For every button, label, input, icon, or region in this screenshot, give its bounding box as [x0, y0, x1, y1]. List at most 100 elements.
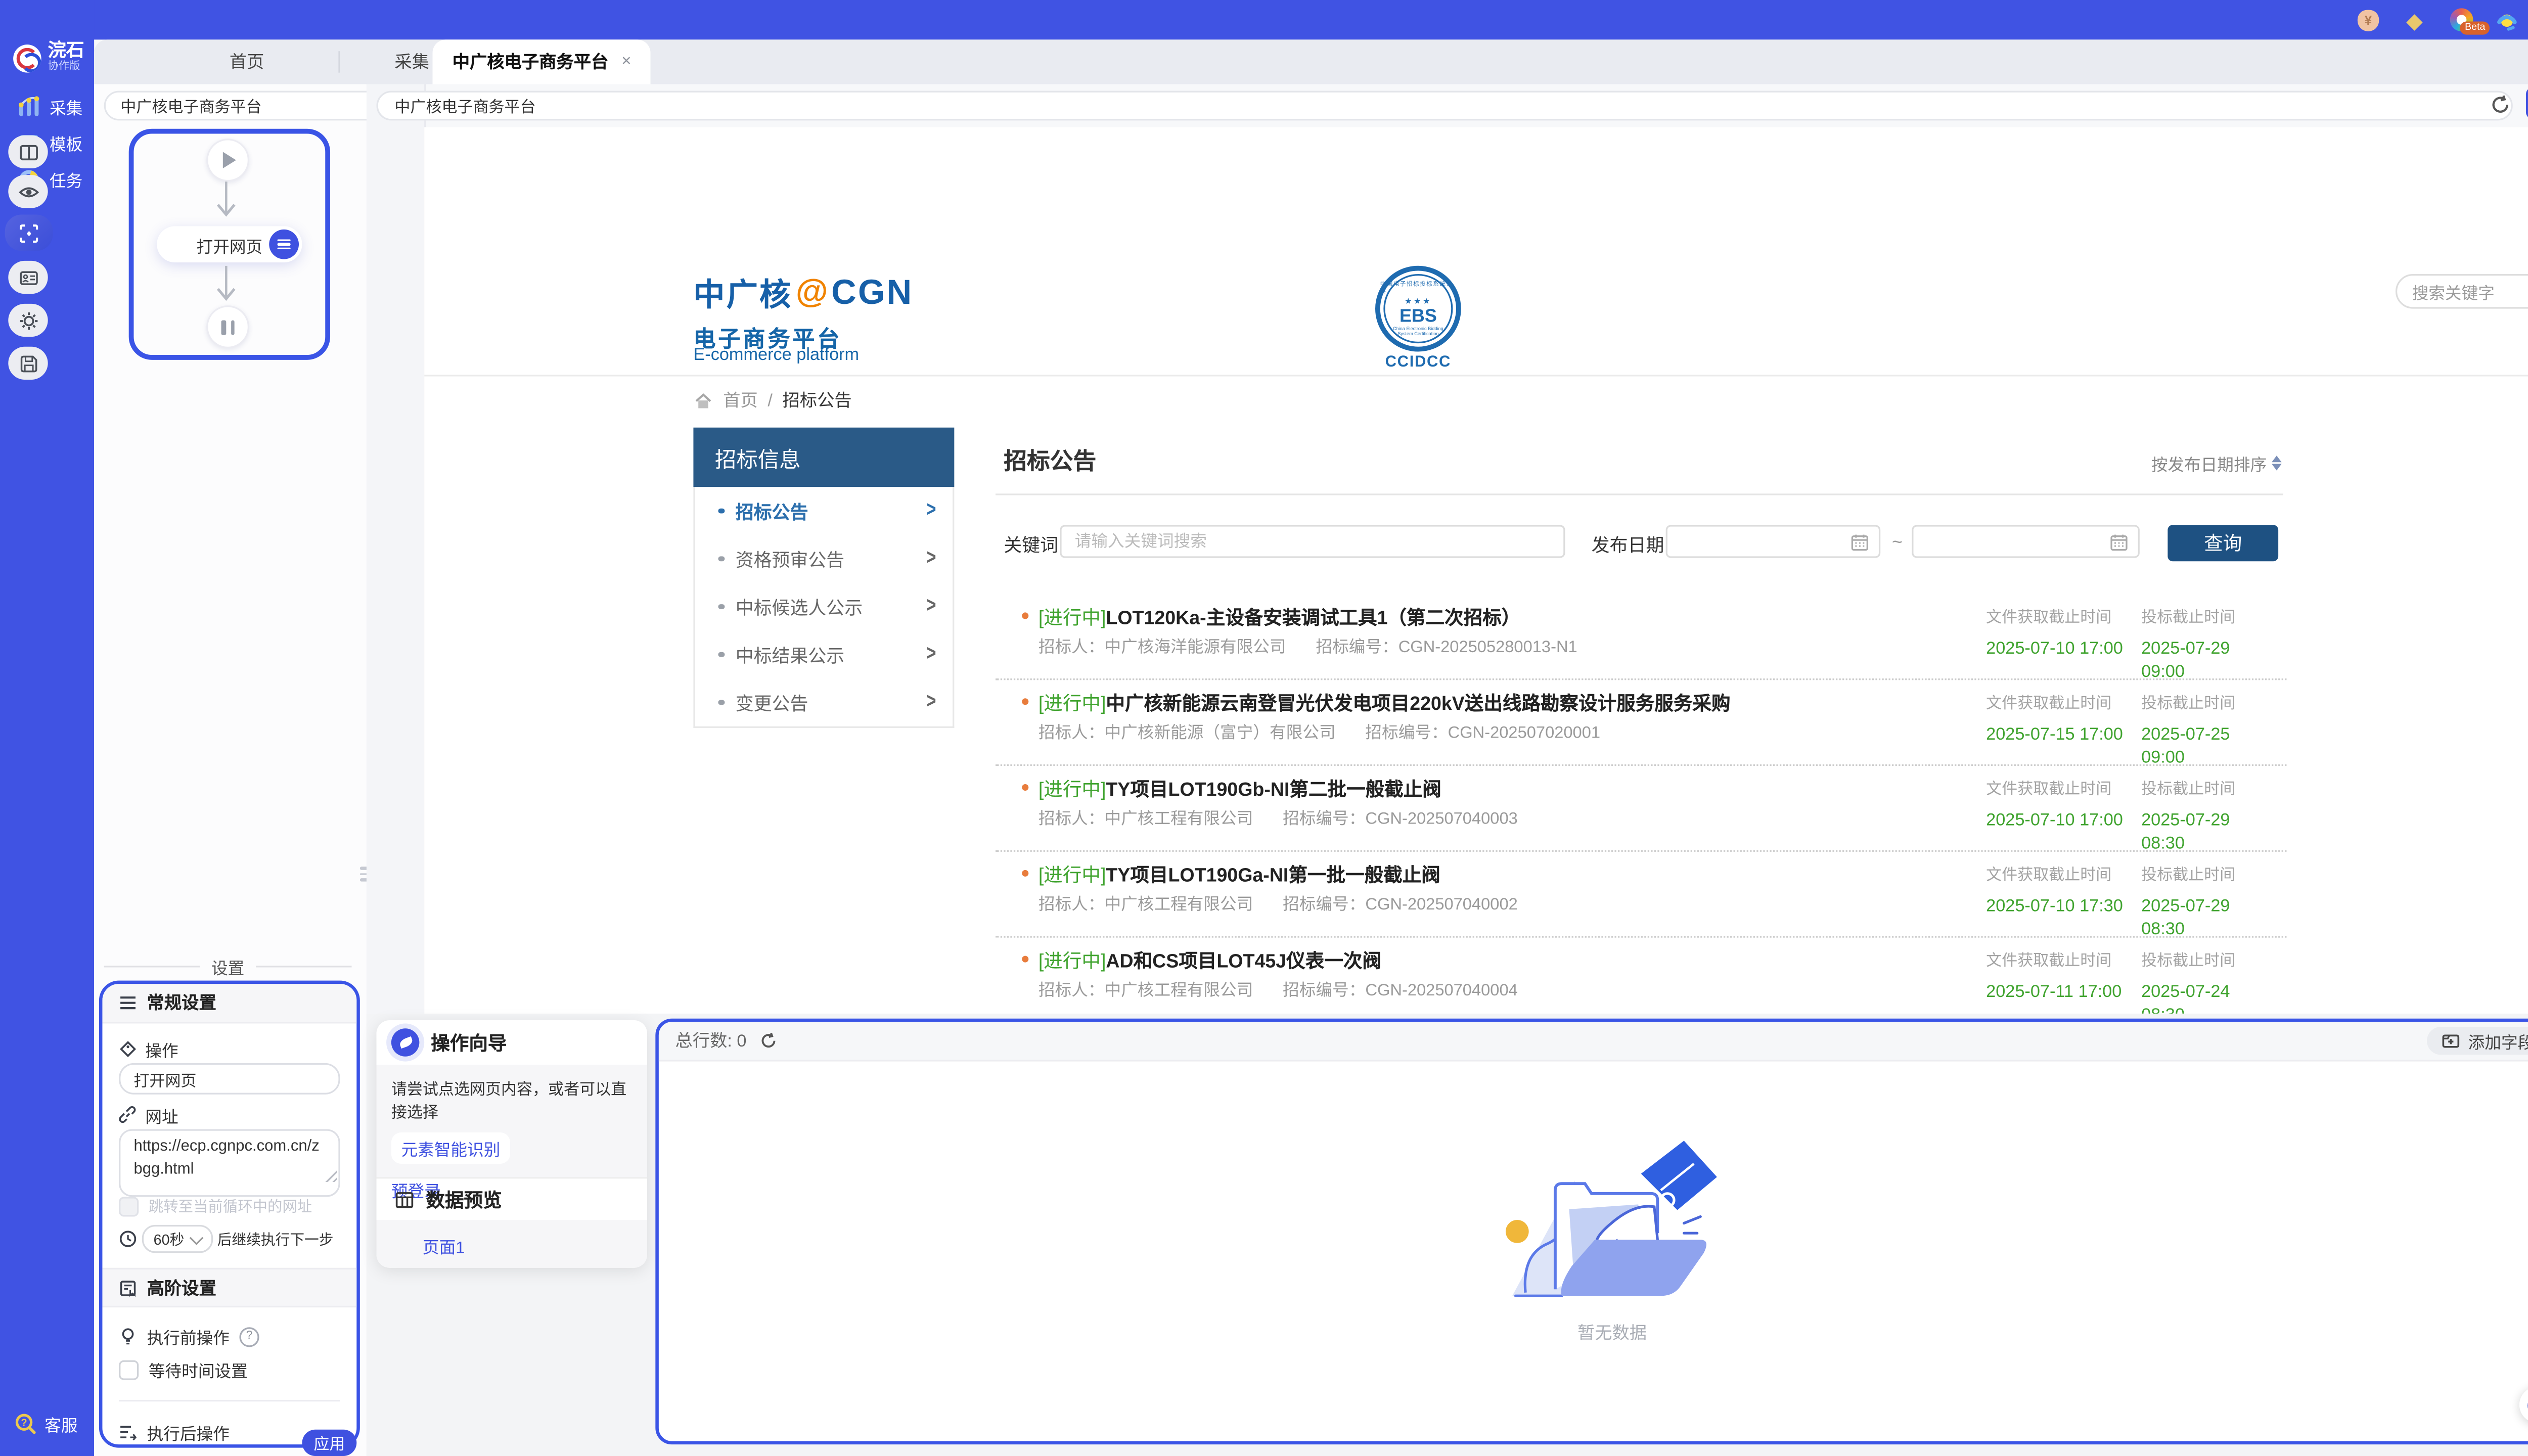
home-icon[interactable]	[693, 390, 713, 410]
calendar-icon	[2110, 532, 2128, 551]
menu-item[interactable]: 变更公告 >	[695, 678, 953, 726]
bullet-icon	[1022, 870, 1028, 877]
date-from-input[interactable]	[1666, 525, 1880, 558]
flow-start-button[interactable]	[206, 139, 249, 181]
keyword-input[interactable]	[1060, 525, 1565, 558]
bid-title-link[interactable]: 中广核新能源云南登冒光伏发电项目220kV送出线路勘察设计服务服务采购	[1106, 695, 1730, 715]
total-rows-label: 总行数: 0	[675, 1028, 747, 1053]
data-preview-panel: 总行数: 0 添加字段 暂无数据	[655, 1019, 2528, 1444]
floppy-save-icon	[17, 352, 38, 374]
bid-title-link[interactable]: TY项目LOT190Gb-NI第二批一般截止阀	[1106, 781, 1441, 800]
bid-list-item[interactable]: [进行中]LOT120Ka-主设备安装调试工具1（第二次招标） 招标人：中广核海…	[996, 595, 2286, 680]
bidder-label: 招标人：中广核工程有限公司	[1039, 896, 1253, 915]
bullet-icon	[1022, 784, 1028, 791]
id-card-button[interactable]	[8, 261, 48, 294]
deadline-value: 2025-07-11 17:00	[1986, 982, 2125, 1005]
customer-service-button[interactable]: ? 客服	[13, 1412, 77, 1436]
bidder-label: 招标人：中广核工程有限公司	[1039, 810, 1253, 829]
status-badge: [进行中]	[1039, 781, 1106, 800]
element-select-button[interactable]	[5, 214, 53, 251]
flow-end-button[interactable]	[206, 305, 249, 348]
link-icon	[119, 1106, 137, 1124]
sort-control[interactable]: 按发布日期排序	[2151, 450, 2282, 475]
columns-icon	[17, 141, 38, 162]
jump-url-checkbox[interactable]	[119, 1196, 139, 1216]
sidebar-item-collect[interactable]: 采集	[17, 94, 83, 119]
deadline-col-header: 文件获取截止时间	[1986, 604, 2125, 627]
lightbulb-icon	[119, 1327, 137, 1345]
query-button[interactable]: 查询	[2168, 525, 2278, 561]
url-textarea[interactable]: https://ecp.cgnpc.com.cn/zbgg.html	[119, 1129, 340, 1197]
deadline-col-header: 投标截止时间	[2141, 776, 2243, 799]
refresh-icon[interactable]	[760, 1032, 778, 1050]
sort-arrows-icon[interactable]	[2272, 456, 2282, 470]
empty-state-label: 暂无数据	[1577, 1321, 1647, 1345]
flow-node-open-page[interactable]: 打开网页	[157, 226, 302, 262]
eye-icon	[17, 181, 38, 202]
deadline-value: 2025-07-29 08:30	[2141, 896, 2243, 941]
menu-list: 招标公告 > 资格预审公告 > 中标候选人公示 >	[693, 487, 954, 728]
chevron-right-icon: >	[926, 547, 936, 571]
date-label: 发布日期	[1592, 531, 1664, 558]
help-tooltip-icon[interactable]: ?	[239, 1327, 259, 1346]
close-tab-icon[interactable]: ×	[621, 53, 631, 71]
settings-gear-button[interactable]	[8, 304, 48, 337]
menu-item[interactable]: 招标公告 >	[695, 487, 953, 535]
add-field-button[interactable]: 添加字段	[2427, 1027, 2528, 1055]
bidder-label: 招标人：中广核海洋能源有限公司	[1039, 639, 1286, 657]
gear-icon	[17, 309, 38, 331]
status-badge: [进行中]	[1039, 609, 1106, 629]
save-button[interactable]	[8, 347, 48, 380]
bid-title-link[interactable]: TY项目LOT190Ga-NI第一批一般截止阀	[1106, 867, 1440, 886]
calendar-icon	[1850, 532, 1869, 551]
preview-eye-button[interactable]	[8, 175, 48, 208]
deadline-value: 2025-07-15 17:00	[1986, 724, 2125, 747]
chevron-right-icon: >	[926, 643, 936, 666]
status-badge: [进行中]	[1039, 867, 1106, 886]
settings-divider: 设置	[104, 954, 352, 979]
node-menu-icon[interactable]	[269, 230, 299, 259]
split-view-button[interactable]	[8, 135, 48, 168]
bid-list-item[interactable]: [进行中]AD和CS项目LOT45J仪表一次阀 招标人：中广核工程有限公司招标编…	[996, 938, 2286, 1024]
task-name-input[interactable]: 中广核电子商务平台	[104, 91, 382, 121]
operation-input[interactable]: 打开网页	[119, 1063, 340, 1095]
app-window: ¥ ◆ Beta 浣石 协作版 采集 模板 任务 ? 客服	[0, 0, 2528, 1456]
menu-item[interactable]: 中标结果公示 >	[695, 630, 953, 678]
svg-text:?: ?	[21, 1417, 27, 1428]
breadcrumb-home[interactable]: 首页	[723, 388, 758, 413]
data-preview-table-icon	[394, 1190, 414, 1209]
date-to-input[interactable]	[1912, 525, 2140, 558]
deadline-col-header: 投标截止时间	[2141, 604, 2243, 627]
apply-button[interactable]: 应用	[302, 1430, 357, 1456]
status-badge: [进行中]	[1039, 695, 1106, 715]
chevron-right-icon: >	[926, 595, 936, 619]
bidder-label: 招标人：中广核新能源（富宁）有限公司	[1039, 724, 1336, 743]
ccidcc-label: CCIDCC	[1365, 353, 1471, 372]
bid-title-link[interactable]: AD和CS项目LOT45J仪表一次阀	[1106, 952, 1381, 972]
deadline-value: 2025-07-10 17:00	[1986, 810, 2125, 833]
status-badge: [进行中]	[1039, 952, 1106, 972]
bid-list-item[interactable]: [进行中]中广核新能源云南登冒光伏发电项目220kV送出线路勘察设计服务服务采购…	[996, 680, 2286, 766]
tab-home[interactable]: 首页	[230, 39, 264, 84]
bid-title-link[interactable]: LOT120Ka-主设备安装调试工具1（第二次招标）	[1106, 609, 1520, 629]
tab-cgn-platform[interactable]: 中广核电子商务平台×	[433, 39, 651, 84]
bullet-icon	[1022, 612, 1028, 619]
refresh-icon[interactable]	[2490, 94, 2511, 115]
bullet-icon	[718, 556, 724, 562]
browser-url-input[interactable]: 中广核电子商务平台	[376, 91, 2512, 121]
menu-item[interactable]: 中标候选人公示 >	[695, 583, 953, 631]
bid-list-item[interactable]: [进行中]TY项目LOT190Ga-NI第一批一般截止阀 招标人：中广核工程有限…	[996, 852, 2286, 938]
page-tab-1[interactable]: 页面1	[423, 1233, 465, 1257]
menu-item[interactable]: 资格预审公告 >	[695, 535, 953, 583]
site-search-input[interactable]: 搜索关键字	[2396, 274, 2528, 309]
bullet-icon	[1022, 956, 1028, 963]
crosshair-select-icon	[18, 222, 39, 243]
breadcrumb: 首页 / 招标公告	[693, 388, 851, 413]
smart-detect-link[interactable]: 元素智能识别	[391, 1132, 510, 1164]
wait-time-checkbox[interactable]	[119, 1359, 139, 1379]
collect-page-button[interactable]: 采集	[2526, 87, 2528, 119]
timeout-select[interactable]: 60秒	[142, 1225, 212, 1253]
keyword-label: 关键词	[1004, 531, 1058, 558]
bid-code-label: 招标编号：CGN-202507040004	[1283, 982, 1518, 1000]
bid-list-item[interactable]: [进行中]TY项目LOT190Gb-NI第二批一般截止阀 招标人：中广核工程有限…	[996, 766, 2286, 852]
